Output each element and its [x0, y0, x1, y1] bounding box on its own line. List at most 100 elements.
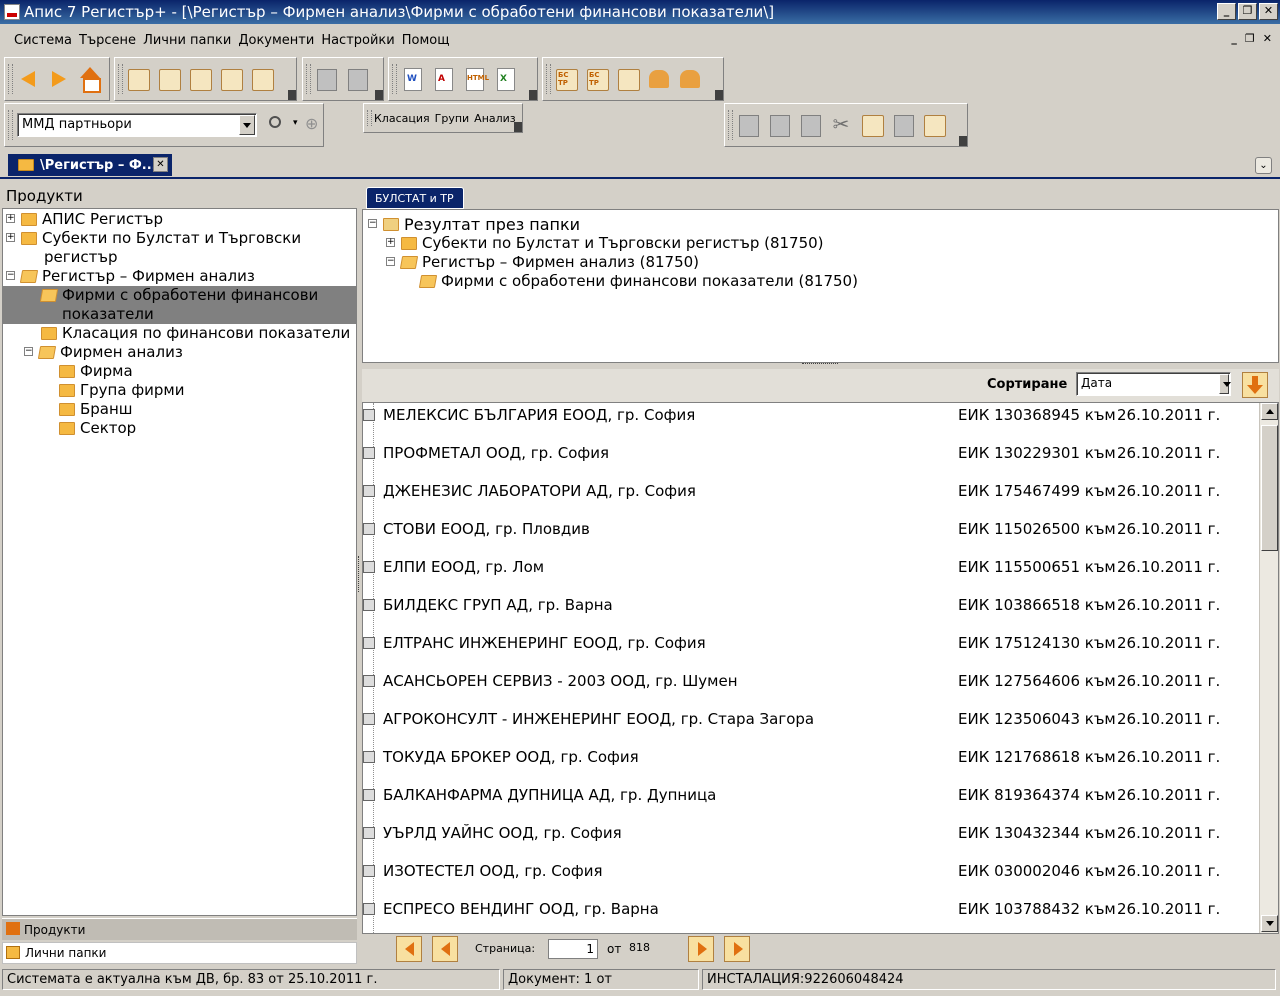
toolbar-overflow-icon[interactable]: [959, 136, 967, 146]
forward-icon[interactable]: [46, 66, 72, 92]
cut-icon[interactable]: ✂: [828, 112, 854, 138]
tree-item-sector[interactable]: Сектор: [59, 419, 136, 437]
remove-icon[interactable]: [797, 112, 823, 138]
word-export-icon[interactable]: W: [399, 66, 425, 92]
tree-item-ranking[interactable]: Класация по финансови показатели: [41, 324, 350, 342]
search-icon[interactable]: [263, 113, 289, 139]
tree-item-firm-analysis[interactable]: − Фирмен анализ: [24, 343, 183, 361]
table-row[interactable]: АГРОКОНСУЛТ - ИНЖЕНЕРИНГ ЕООД, гр. Стара…: [363, 708, 1235, 746]
chevron-down-icon[interactable]: [1219, 374, 1231, 394]
scroll-up-button[interactable]: [1261, 403, 1278, 420]
table-row[interactable]: СТОВИ ЕООД, гр. Пловдив ЕИК 115026500 към…: [363, 518, 1235, 556]
link-ranking[interactable]: Класация: [374, 112, 430, 125]
next-page-button[interactable]: [688, 936, 714, 962]
table-row[interactable]: БИЛДЕКС ГРУП АД, гр. Варна ЕИК 103866518 …: [363, 594, 1235, 632]
prev-page-button[interactable]: [432, 936, 458, 962]
move-icon[interactable]: [890, 112, 916, 138]
menu-help[interactable]: Помощ: [402, 33, 450, 48]
tree-item-firm-analysis-register[interactable]: − Регистър – Фирмен анализ: [6, 267, 255, 285]
sort-direction-button[interactable]: [1242, 372, 1268, 398]
tree-item-branch[interactable]: Бранш: [59, 400, 133, 418]
back-icon[interactable]: [15, 66, 41, 92]
result-item-firm-analysis[interactable]: − Регистър – Фирмен анализ (81750): [386, 253, 699, 271]
new-folder-icon[interactable]: [921, 112, 947, 138]
maximize-button[interactable]: ❐: [1238, 3, 1257, 20]
document-tab[interactable]: \Регистър – Ф... ✕: [8, 154, 172, 176]
result-item-bulstat[interactable]: + Субекти по Булстат и Търговски регистър…: [386, 234, 824, 252]
bottom-tab-personal[interactable]: Лични папки: [2, 942, 357, 964]
close-tab-icon[interactable]: ✕: [153, 157, 168, 172]
table-row[interactable]: МЕЛЕКСИС БЪЛГАРИЯ ЕООД, гр. София ЕИК 130…: [363, 404, 1235, 442]
table-row[interactable]: ПРОФМЕТАЛ ООД, гр. София ЕИК 130229301 къ…: [363, 442, 1235, 480]
table-row[interactable]: ЕСПРЕСО ВЕНДИНГ ООД, гр. Варна ЕИК 103788…: [363, 898, 1235, 934]
menu-system[interactable]: Система: [14, 33, 72, 48]
new-document-icon[interactable]: [735, 112, 761, 138]
scroll-down-button[interactable]: [1261, 915, 1278, 932]
tree-item-apis-register[interactable]: + АПИС Регистър: [6, 210, 163, 228]
tree-item-financial-firms[interactable]: Фирми с обработени финансови: [39, 286, 318, 304]
menu-search[interactable]: Търсене: [79, 33, 136, 48]
print-icon[interactable]: [125, 66, 151, 92]
link-analysis[interactable]: Анализ: [474, 112, 516, 125]
bstr-alt-icon[interactable]: БС ТР: [584, 66, 610, 92]
page-input[interactable]: 1: [548, 939, 598, 959]
menu-documents[interactable]: Документи: [238, 33, 314, 48]
table-row[interactable]: БАЛКАНФАРМА ДУПНИЦА АД, гр. Дупница ЕИК 8…: [363, 784, 1235, 822]
structure-icon[interactable]: [187, 66, 213, 92]
people-icon[interactable]: [646, 66, 672, 92]
excel-export-icon[interactable]: X: [492, 66, 518, 92]
toolbar-overflow-icon[interactable]: [529, 90, 537, 100]
tree-item-firm-group[interactable]: Група фирми: [59, 381, 184, 399]
toolbar-overflow-icon[interactable]: [514, 122, 522, 132]
list-scrollbar[interactable]: [1259, 403, 1278, 933]
dv-icon[interactable]: [249, 66, 275, 92]
link-groups[interactable]: Групи: [435, 112, 470, 125]
menu-personal-folders[interactable]: Лични папки: [143, 33, 231, 48]
paste-icon[interactable]: [859, 112, 885, 138]
minimize-button[interactable]: _: [1217, 3, 1236, 20]
bottom-tab-products[interactable]: Продукти: [2, 918, 357, 940]
partner-combo[interactable]: ММД партньори: [17, 113, 257, 137]
crosshair-icon[interactable]: ⊕: [305, 114, 318, 133]
table-row[interactable]: ЕЛПИ ЕООД, гр. Лом ЕИК 115500651 към 26.10…: [363, 556, 1235, 594]
result-item-financial-firms[interactable]: Фирми с обработени финансови показатели …: [418, 272, 858, 290]
toolbar-overflow-icon[interactable]: [375, 90, 383, 100]
find-icon[interactable]: [156, 66, 182, 92]
mdi-minimize-button[interactable]: _: [1231, 32, 1237, 45]
close-button[interactable]: ✕: [1259, 3, 1278, 20]
toolbar-overflow-icon[interactable]: [288, 90, 296, 100]
pdf-export-icon[interactable]: A: [430, 66, 456, 92]
table-row[interactable]: АСАНСЬОРЕН СЕРВИЗ - 2003 ООД, гр. Шумен Е…: [363, 670, 1235, 708]
table-row[interactable]: ЕЛТРАНС ИНЖЕНЕРИНГ ЕООД, гр. София ЕИК 17…: [363, 632, 1235, 670]
mdi-restore-button[interactable]: ❐: [1245, 32, 1255, 45]
result-root[interactable]: − Резултат през папки: [368, 215, 580, 234]
edit-icon[interactable]: [766, 112, 792, 138]
tab-bulstat-tr[interactable]: БУЛСТАТ и ТР: [366, 187, 464, 209]
group-settings-icon[interactable]: [677, 66, 703, 92]
tree-item-bulstat[interactable]: + Субекти по Булстат и Търговски: [6, 229, 301, 247]
search-dropdown-icon[interactable]: ▾: [293, 118, 298, 128]
bstr-icon[interactable]: БС ТР: [553, 66, 579, 92]
tree-item-firm[interactable]: Фирма: [59, 362, 133, 380]
chevron-down-icon[interactable]: [239, 115, 255, 135]
home-icon[interactable]: [77, 66, 103, 93]
html-export-icon[interactable]: HTML: [461, 66, 489, 92]
vertical-splitter[interactable]: [358, 556, 361, 592]
pin-icon[interactable]: [344, 66, 370, 92]
table-row[interactable]: ТОКУДА БРОКЕР ООД, гр. София ЕИК 12176861…: [363, 746, 1235, 784]
last-page-button[interactable]: [724, 936, 750, 962]
table-row[interactable]: УЪРЛД УАЙНС ООД, гр. София ЕИК 130432344 …: [363, 822, 1235, 860]
toolbar-overflow-icon[interactable]: [715, 90, 723, 100]
tabs-menu-icon[interactable]: ⌄: [1255, 157, 1272, 174]
add-icon[interactable]: [615, 66, 641, 92]
copy-icon[interactable]: [313, 66, 339, 92]
mdi-close-button[interactable]: ✕: [1263, 32, 1272, 45]
table-row[interactable]: ИЗОТЕСТЕЛ ООД, гр. София ЕИК 030002046 къ…: [363, 860, 1235, 898]
sort-combo[interactable]: Дата: [1076, 372, 1231, 396]
preview-icon[interactable]: [218, 66, 244, 92]
menu-settings[interactable]: Настройки: [321, 33, 394, 48]
first-page-button[interactable]: [396, 936, 422, 962]
scroll-thumb[interactable]: [1261, 425, 1278, 551]
table-row[interactable]: ДЖЕНЕЗИС ЛАБОРАТОРИ АД, гр. София ЕИК 175…: [363, 480, 1235, 518]
horizontal-splitter[interactable]: [802, 363, 838, 366]
